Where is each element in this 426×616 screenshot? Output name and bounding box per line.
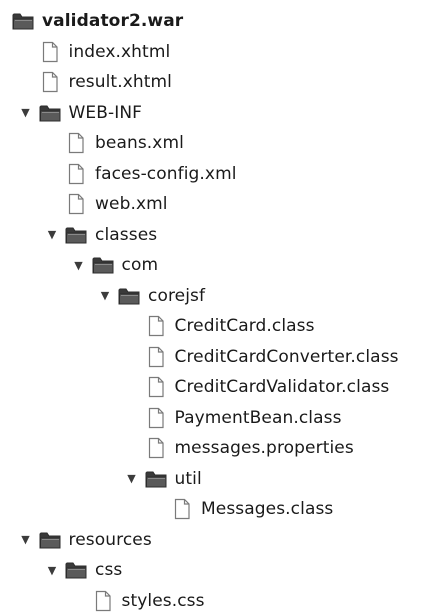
expanded-arrow-icon[interactable]: ▼ bbox=[72, 258, 86, 272]
tree-item-web-xml[interactable]: web.xml bbox=[45, 189, 168, 219]
expanded-arrow-icon[interactable]: ▼ bbox=[45, 228, 59, 242]
file-icon bbox=[145, 315, 167, 337]
tree-item-label: corejsf bbox=[148, 285, 206, 306]
tree-item-label: resources bbox=[68, 529, 152, 550]
tree-item-label: result.xhtml bbox=[68, 72, 172, 92]
file-tree: validator2.war index.xhtml result.xhtml ▼ WE… bbox=[0, 0, 426, 612]
folder-icon bbox=[39, 529, 61, 551]
file-icon bbox=[39, 41, 61, 63]
folder-icon bbox=[65, 559, 87, 581]
tree-item-messages-class[interactable]: Messages.class bbox=[151, 494, 333, 524]
tree-item-result-xhtml[interactable]: result.xhtml bbox=[19, 67, 172, 97]
tree-item-classes[interactable]: ▼ classes bbox=[45, 220, 157, 250]
tree-item-label: messages.properties bbox=[174, 438, 354, 458]
tree-item-label: faces-config.xml bbox=[95, 163, 237, 184]
tree-item-label: web.xml bbox=[95, 194, 168, 214]
tree-item-resources[interactable]: ▼ resources bbox=[19, 525, 152, 555]
tree-item-label: classes bbox=[95, 224, 158, 245]
tree-item-label: Messages.class bbox=[201, 499, 334, 519]
tree-item-web-inf[interactable]: ▼ WEB-INF bbox=[19, 98, 143, 128]
folder-icon bbox=[92, 254, 114, 276]
folder-icon bbox=[65, 224, 87, 246]
file-icon bbox=[145, 346, 167, 368]
tree-item-styles-css[interactable]: styles.css bbox=[72, 586, 205, 616]
tree-item-label: validator2.war bbox=[42, 11, 184, 31]
tree-item-label: PaymentBean.class bbox=[174, 407, 342, 428]
tree-item-label: util bbox=[174, 468, 202, 489]
tree-item-label: beans.xml bbox=[95, 133, 184, 153]
expanded-arrow-icon[interactable]: ▼ bbox=[19, 533, 33, 547]
tree-item-corejsf[interactable]: ▼ corejsf bbox=[98, 281, 205, 311]
tree-item-index-xhtml[interactable]: index.xhtml bbox=[19, 37, 171, 67]
tree-item-creditcardvalidator-class[interactable]: CreditCardValidator.class bbox=[125, 372, 390, 402]
expanded-arrow-icon[interactable]: ▼ bbox=[19, 106, 33, 120]
tree-item-messages-properties[interactable]: messages.properties bbox=[125, 433, 354, 463]
tree-item-label: CreditCardValidator.class bbox=[174, 377, 390, 397]
tree-item-label: WEB-INF bbox=[68, 102, 143, 123]
folder-icon bbox=[39, 102, 61, 124]
file-icon bbox=[39, 71, 61, 93]
tree-item-faces-config-xml[interactable]: faces-config.xml bbox=[45, 159, 237, 189]
tree-item-creditcard-class[interactable]: CreditCard.class bbox=[125, 311, 315, 341]
file-icon bbox=[65, 163, 87, 185]
tree-item-label: CreditCardConverter.class bbox=[174, 346, 399, 367]
tree-item-paymentbean-class[interactable]: PaymentBean.class bbox=[125, 403, 342, 433]
file-icon bbox=[171, 498, 193, 520]
file-icon bbox=[145, 437, 167, 459]
tree-item-creditcardconverter-class[interactable]: CreditCardConverter.class bbox=[125, 342, 399, 372]
tree-item-beans-xml[interactable]: beans.xml bbox=[45, 128, 184, 158]
expanded-arrow-icon[interactable]: ▼ bbox=[98, 289, 112, 303]
tree-item-validator2-war[interactable]: validator2.war bbox=[0, 6, 183, 36]
file-icon bbox=[65, 193, 87, 215]
folder-icon bbox=[12, 10, 34, 32]
expanded-arrow-icon[interactable]: ▼ bbox=[125, 472, 139, 486]
file-icon bbox=[145, 407, 167, 429]
folder-icon bbox=[118, 285, 140, 307]
file-icon bbox=[145, 376, 167, 398]
tree-item-label: styles.css bbox=[121, 590, 205, 611]
tree-item-label: index.xhtml bbox=[68, 41, 171, 62]
file-icon bbox=[65, 132, 87, 154]
tree-item-com[interactable]: ▼ com bbox=[72, 250, 159, 280]
expanded-arrow-icon[interactable]: ▼ bbox=[45, 563, 59, 577]
file-icon bbox=[92, 590, 114, 612]
folder-icon bbox=[145, 468, 167, 490]
tree-item-css[interactable]: ▼ css bbox=[45, 555, 123, 585]
tree-item-label: css bbox=[95, 560, 123, 580]
tree-item-util[interactable]: ▼ util bbox=[125, 464, 202, 494]
tree-item-label: com bbox=[121, 255, 159, 275]
tree-item-label: CreditCard.class bbox=[174, 316, 315, 336]
